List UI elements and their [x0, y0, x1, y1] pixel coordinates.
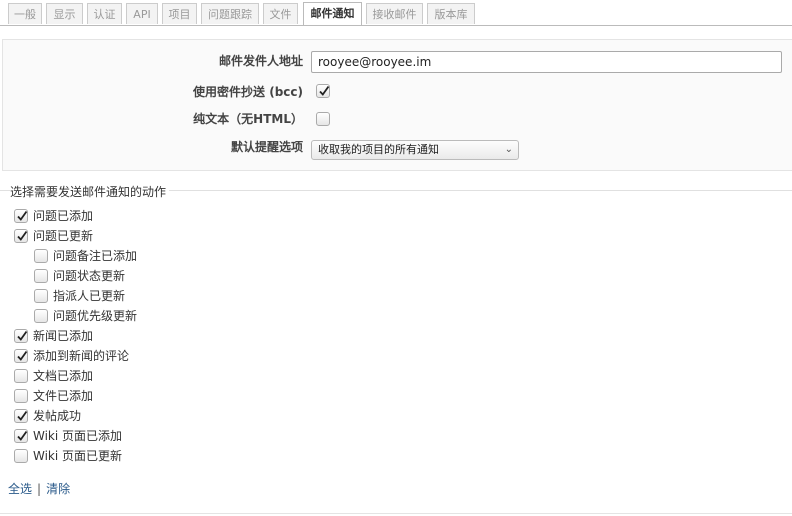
action-checkbox[interactable]	[14, 229, 28, 243]
action-label: 发帖成功	[33, 409, 82, 423]
action-label: Wiki 页面已添加	[33, 429, 123, 443]
action-label: 指派人已更新	[53, 289, 126, 303]
action-checkbox[interactable]	[14, 369, 28, 383]
tab-display[interactable]: 显示	[46, 3, 83, 24]
select-all-link[interactable]: 全选	[8, 482, 32, 496]
action-checkbox[interactable]	[14, 409, 28, 423]
action-label: 添加到新闻的评论	[33, 349, 130, 363]
checkmark-icon	[319, 85, 330, 96]
tab-authentication[interactable]: 认证	[87, 3, 122, 24]
checkmark-icon	[17, 230, 28, 241]
action-checkbox[interactable]	[14, 329, 28, 343]
plain-text-checkbox[interactable]	[316, 112, 330, 126]
action-checkbox[interactable]	[14, 429, 28, 443]
tab-files[interactable]: 文件	[263, 3, 298, 24]
checkmark-icon	[17, 430, 28, 441]
checkmark-icon	[17, 410, 28, 421]
action-checkbox[interactable]	[14, 389, 28, 403]
select-links: 全选 | 清除	[8, 480, 70, 497]
default-notification-select[interactable]: 收取我的项目的所有通知 ⌄	[311, 140, 519, 160]
actions-legend: 选择需要发送邮件通知的动作	[10, 183, 170, 200]
action-label: 问题备注已添加	[53, 249, 138, 263]
action-label: 新闻已添加	[33, 329, 94, 343]
action-label: 问题优先级更新	[53, 309, 138, 323]
checkmark-icon	[17, 330, 28, 341]
action-checkbox[interactable]	[34, 249, 48, 263]
tab-repositories[interactable]: 版本库	[427, 3, 475, 24]
action-label: 问题已更新	[33, 229, 94, 243]
action-checkbox[interactable]	[34, 289, 48, 303]
bottom-divider	[0, 513, 792, 514]
action-label: Wiki 页面已更新	[33, 449, 123, 463]
sender-address-input[interactable]	[311, 51, 782, 73]
checkmark-icon	[17, 210, 28, 221]
action-checkbox[interactable]	[14, 449, 28, 463]
tab-projects[interactable]: 项目	[162, 3, 197, 24]
action-checkbox[interactable]	[34, 269, 48, 283]
links-separator: |	[37, 482, 42, 496]
settings-tabs: 一般 显示 认证 API 项目 问题跟踪 文件 邮件通知 接收邮件 版本库	[0, 0, 792, 26]
tab-incoming-emails[interactable]: 接收邮件	[366, 3, 423, 24]
checkmark-icon	[17, 350, 28, 361]
default-notification-label: 默认提醒选项	[230, 140, 303, 154]
action-label: 文件已添加	[33, 389, 94, 403]
email-settings-box: 邮件发件人地址 使用密件抄送 (bcc) 纯文本（无HTML） 默认提醒选项 收…	[2, 39, 792, 171]
sender-address-label: 邮件发件人地址	[218, 54, 303, 68]
tab-email-notifications[interactable]: 邮件通知	[303, 2, 362, 25]
action-label: 文档已添加	[33, 369, 94, 383]
action-label: 问题状态更新	[53, 269, 126, 283]
default-notification-value: 收取我的项目的所有通知	[318, 143, 439, 156]
bcc-checkbox[interactable]	[316, 84, 330, 98]
action-checkbox[interactable]	[14, 349, 28, 363]
action-label: 问题已添加	[33, 209, 94, 223]
tab-issue-tracking[interactable]: 问题跟踪	[201, 3, 259, 24]
clear-link[interactable]: 清除	[46, 482, 70, 496]
plain-text-label: 纯文本（无HTML）	[193, 112, 303, 126]
tab-api[interactable]: API	[126, 3, 158, 24]
bcc-label: 使用密件抄送 (bcc)	[193, 85, 303, 99]
tab-general[interactable]: 一般	[8, 3, 42, 24]
action-checkbox[interactable]	[34, 309, 48, 323]
action-checkbox[interactable]	[14, 209, 28, 223]
chevron-updown-icon: ⌄	[504, 144, 513, 155]
